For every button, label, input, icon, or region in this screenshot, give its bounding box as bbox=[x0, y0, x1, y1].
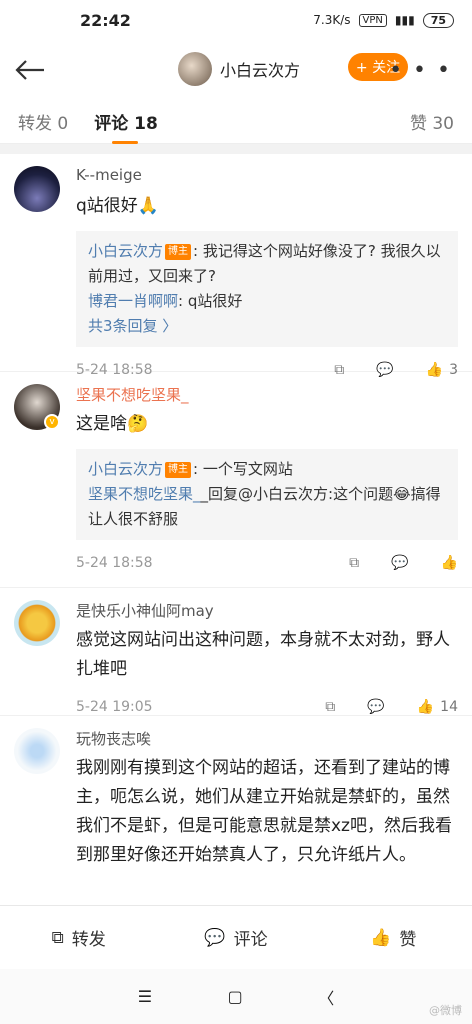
share-icon[interactable]: ⧉ bbox=[325, 699, 335, 715]
tab-like[interactable]: 赞 30 bbox=[410, 109, 454, 134]
comment-icon: 💬 bbox=[204, 927, 226, 948]
reply-line: 坚果不想吃坚果__回复@小白云次方:这个问题😂搞得让人很不舒服 bbox=[88, 485, 441, 528]
repost-button[interactable]: ⧉ 转发 bbox=[0, 925, 157, 951]
back-icon[interactable]: 〈 bbox=[318, 985, 334, 1009]
reply-line: 小白云次方 博主: 一个写文网站 bbox=[88, 460, 293, 478]
verified-badge-icon: v bbox=[44, 414, 60, 430]
comment-username[interactable]: 玩物丧志唉 bbox=[76, 728, 458, 750]
home-icon[interactable]: ▢ bbox=[228, 987, 243, 1006]
thumb-icon: 👍 bbox=[416, 699, 435, 715]
avatar[interactable] bbox=[14, 728, 60, 774]
comment-text: q站很好🙏 bbox=[76, 196, 159, 216]
comment-time: 5-24 18:58 bbox=[76, 555, 153, 571]
like-button[interactable]: 👍 14 bbox=[417, 699, 458, 715]
tab-repost[interactable]: 转发 0 bbox=[18, 109, 68, 134]
comment-button[interactable]: 💬 评论 bbox=[157, 925, 314, 951]
status-bar: 22:42 7.3K/s VPN ▮▮▮ 75 bbox=[0, 0, 472, 40]
battery-icon: 75 bbox=[422, 12, 454, 28]
back-arrow-icon[interactable] bbox=[14, 50, 54, 90]
tab-bar: 转发 0 评论 18 赞 30 bbox=[0, 100, 472, 144]
share-icon[interactable]: ⧉ bbox=[349, 555, 359, 571]
more-replies-link[interactable]: 共3条回复 〉 bbox=[88, 314, 446, 339]
watermark: @微博 bbox=[429, 1004, 462, 1017]
reply-line: 小白云次方 博主: 我记得这个网站好像没了? 我很久以前用过，又回来了? bbox=[88, 242, 441, 285]
reply-icon[interactable]: 💬 bbox=[367, 699, 384, 715]
thumb-icon: 👍 bbox=[370, 927, 392, 948]
divider bbox=[0, 144, 472, 154]
author-name[interactable]: 小白云次方 bbox=[220, 57, 300, 81]
avatar[interactable] bbox=[14, 600, 60, 646]
thumb-icon[interactable]: 👍 bbox=[441, 555, 458, 571]
repost-icon: ⧉ bbox=[51, 927, 64, 948]
avatar[interactable] bbox=[14, 166, 60, 212]
vpn-icon: VPN bbox=[358, 13, 387, 27]
author-avatar[interactable] bbox=[178, 52, 212, 86]
comment-text: 这是啥🤔 bbox=[76, 414, 149, 434]
signal-icon: ▮▮▮ bbox=[394, 13, 415, 27]
comment-text: 感觉这网站问出这种问题，本身就不太对劲，野人扎堆吧 bbox=[76, 630, 450, 679]
menu-icon[interactable]: ☰ bbox=[138, 987, 152, 1006]
comment-username[interactable]: K--meige bbox=[76, 166, 458, 188]
net-speed: 7.3K/s bbox=[313, 13, 351, 27]
comment-item: v 坚果不想吃坚果_ 这是啥🤔 小白云次方 博主: 一个写文网站 坚果不想吃坚果_… bbox=[0, 372, 472, 588]
reply-icon[interactable]: 💬 bbox=[391, 555, 408, 571]
comment-time: 5-24 19:05 bbox=[76, 699, 153, 715]
comment-item: 是快乐小神仙阿may 感觉这网站问出这种问题，本身就不太对劲，野人扎堆吧 5-2… bbox=[0, 588, 472, 716]
reply-box[interactable]: 小白云次方 博主: 我记得这个网站好像没了? 我很久以前用过，又回来了? 博君一肖… bbox=[76, 231, 458, 347]
comment-item: K--meige q站很好🙏 小白云次方 博主: 我记得这个网站好像没了? 我很久… bbox=[0, 154, 472, 378]
system-nav-bar: ☰ ▢ 〈 bbox=[0, 969, 472, 1024]
more-icon[interactable]: • • • bbox=[389, 58, 452, 83]
comment-username[interactable]: 坚果不想吃坚果_ bbox=[76, 384, 458, 406]
tab-comment[interactable]: 评论 18 bbox=[94, 109, 158, 144]
reply-box[interactable]: 小白云次方 博主: 一个写文网站 坚果不想吃坚果__回复@小白云次方:这个问题😂搞… bbox=[76, 449, 458, 540]
comment-meta: 5-24 18:58 ⧉ 💬 👍 bbox=[76, 540, 458, 586]
reply-line: 博君一肖啊啊: q站很好 bbox=[88, 292, 243, 310]
comment-username[interactable]: 是快乐小神仙阿may bbox=[76, 600, 458, 622]
comment-item: 玩物丧志唉 我刚刚有摸到这个网站的超话，还看到了建站的博主，呃怎么说，她们从建立… bbox=[0, 716, 472, 870]
author-info[interactable]: 小白云次方 bbox=[178, 52, 300, 86]
status-time: 22:42 bbox=[80, 10, 131, 30]
like-bottom-button[interactable]: 👍 赞 bbox=[315, 925, 472, 951]
comment-text: 我刚刚有摸到这个网站的超话，还看到了建站的博主，呃怎么说，她们从建立开始就是禁虾… bbox=[76, 758, 452, 865]
action-bar: ⧉ 转发 💬 评论 👍 赞 bbox=[0, 905, 472, 969]
top-bar: 小白云次方 + 关注 • • • bbox=[0, 40, 472, 100]
